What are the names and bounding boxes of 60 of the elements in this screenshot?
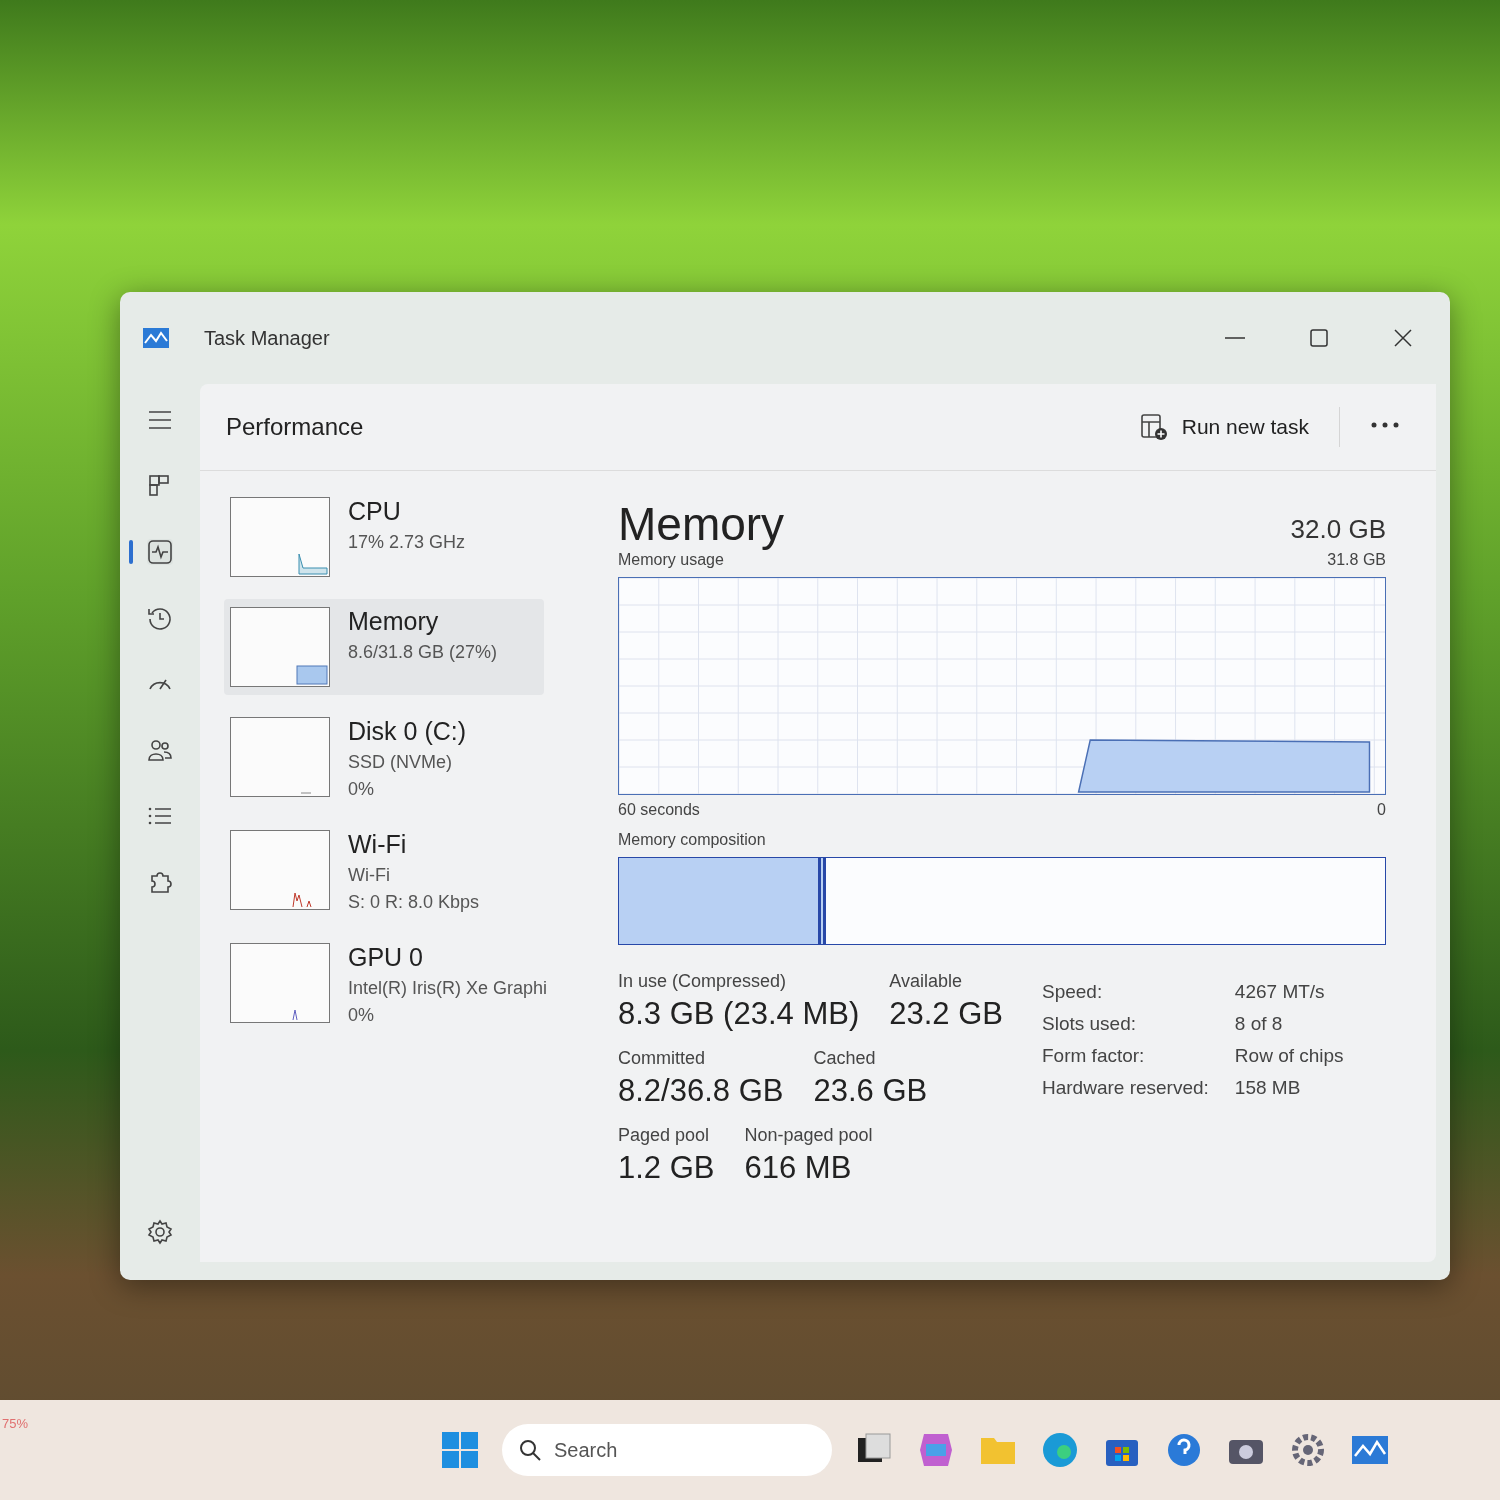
spec-label: Hardware reserved:	[1042, 1077, 1209, 1099]
section-title: Memory	[618, 497, 785, 551]
stat-label: Paged pool	[618, 1125, 711, 1146]
close-icon	[1394, 329, 1412, 347]
minimize-icon	[1225, 336, 1245, 340]
settings-icon	[147, 1219, 173, 1245]
chart-min: 0	[1377, 801, 1386, 819]
device-detail: 8.6/31.8 GB (27%)	[348, 642, 498, 663]
chart-label: Memory composition	[618, 831, 766, 849]
spec-label: Slots used:	[1042, 1013, 1137, 1035]
device-name: Disk 0 (C:)	[348, 717, 467, 746]
device-item[interactable]: Memory 8.6/31.8 GB (27%)	[224, 599, 544, 695]
spec-value: 158 MB	[1234, 1077, 1302, 1099]
percent-label: 75%	[2, 1416, 29, 1431]
page-title: Performance	[226, 413, 365, 441]
spec-label: Speed:	[1042, 981, 1104, 1003]
spec-value: 8 of 8	[1234, 1013, 1284, 1035]
device-item[interactable]: Wi-Fi Wi-Fi S: 0 R: 8.0 Kbps	[224, 822, 544, 921]
stat-value: 616 MB	[744, 1150, 853, 1186]
stat-value: 8.2/36.8 GB	[618, 1073, 784, 1109]
spec-label: Form factor:	[1042, 1045, 1146, 1067]
run-task-button[interactable]: Run new task	[1129, 405, 1319, 449]
history-icon	[147, 605, 173, 631]
stat-value: 23.6 GB	[813, 1073, 928, 1109]
stat-label: Available	[889, 971, 963, 992]
spec-value: Row of chips	[1234, 1045, 1344, 1067]
more-icon	[1370, 421, 1400, 429]
stat-value: 23.2 GB	[889, 996, 1003, 1032]
pulse-icon	[147, 539, 173, 565]
device-item[interactable]: Disk 0 (C:) SSD (NVMe) 0%	[224, 709, 544, 808]
time-span-label: 60 seconds	[618, 801, 700, 819]
device-detail: SSD (NVMe)	[348, 752, 453, 773]
device-item[interactable]: CPU 17% 2.73 GHz	[224, 489, 544, 585]
device-detail: S: 0 R: 8.0 Kbps	[348, 892, 480, 913]
search-field[interactable]: Search	[502, 1424, 832, 1476]
maximize-icon	[1310, 329, 1328, 347]
device-detail: Wi-Fi	[348, 865, 391, 886]
device-name: CPU	[348, 497, 402, 526]
stat-value: 1.2 GB	[618, 1150, 715, 1186]
stat-label: Committed	[618, 1048, 707, 1069]
stat-label: Cached	[813, 1048, 877, 1069]
spec-value: 4267 MT/s	[1234, 981, 1326, 1003]
stat-value: 8.3 GB (23.4 MB)	[618, 996, 860, 1032]
users-icon	[147, 737, 173, 763]
browser-icon[interactable]	[1040, 1430, 1080, 1470]
chart-label: Memory usage	[618, 551, 724, 569]
device-name: GPU 0	[348, 943, 425, 972]
stat-label: Non-paged pool	[744, 1125, 873, 1146]
device-name: Wi-Fi	[348, 830, 408, 859]
device-detail: 0%	[348, 779, 375, 800]
start-icon[interactable]	[440, 1430, 480, 1470]
device-detail: 17% 2.73 GHz	[348, 532, 466, 553]
window-title: Task Manager	[204, 326, 331, 350]
stat-label: In use (Compressed)	[618, 971, 788, 992]
device-detail: 0%	[348, 1005, 375, 1026]
chart-max: 31.8 GB	[1327, 551, 1386, 569]
device-name: Memory	[348, 607, 440, 636]
app-icon	[142, 327, 170, 349]
total-memory: 32.0 GB	[1290, 514, 1386, 546]
add-window-icon	[1139, 413, 1168, 441]
